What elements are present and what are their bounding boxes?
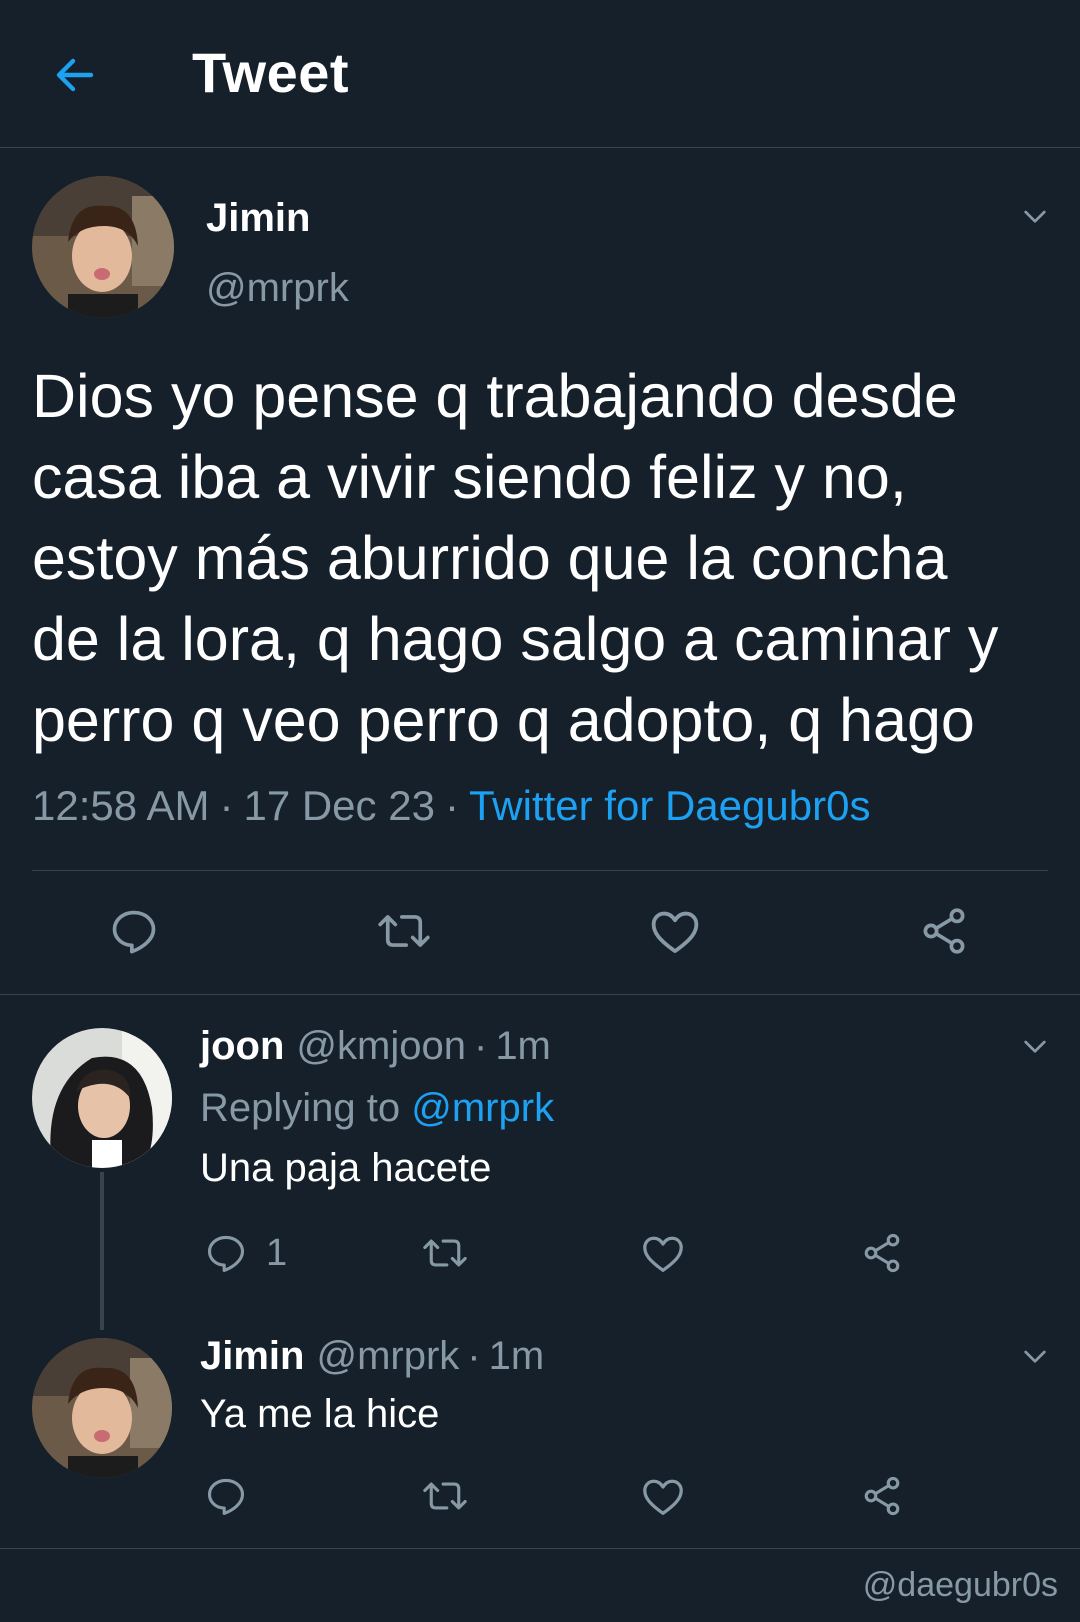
reply-button[interactable] — [204, 1474, 248, 1518]
author-avatar[interactable] — [32, 176, 174, 318]
tweet-detail-screen: Tweet Jimin @mrprk Dios yo pense q traba… — [0, 0, 1080, 1622]
reply-separator: · — [467, 1334, 481, 1378]
reply-avatar[interactable] — [32, 1338, 172, 1478]
replying-to-handle-link[interactable]: @mrprk — [411, 1086, 554, 1130]
reply-count: 1 — [266, 1231, 288, 1274]
retweet-icon — [423, 1482, 467, 1510]
heart-icon — [643, 1236, 683, 1272]
reply-time: 1m — [495, 1024, 551, 1068]
retweet-icon — [423, 1239, 467, 1267]
share-button[interactable] — [860, 1474, 904, 1518]
retweet-icon — [378, 915, 430, 947]
top-app-bar: Tweet — [0, 0, 1080, 148]
like-button[interactable] — [648, 905, 702, 959]
reply-icon — [112, 910, 156, 954]
like-button[interactable] — [640, 1474, 686, 1520]
author-name[interactable]: Jimin — [206, 196, 310, 241]
reply-author-handle[interactable]: @kmjoon — [296, 1024, 466, 1068]
reply-time: 1m — [488, 1334, 545, 1378]
reply-icon — [207, 1478, 245, 1515]
meta-separator: · — [219, 782, 234, 829]
share-button[interactable] — [860, 1231, 904, 1275]
replying-to: Replying to @mrprk — [200, 1086, 554, 1131]
tweet-meta: 12:58 AM · 17 Dec 23 · Twitter for Daegubr0s — [32, 782, 870, 830]
heart-icon — [643, 1479, 683, 1515]
retweet-button[interactable] — [420, 1474, 470, 1518]
reply-menu-button[interactable] — [1015, 1026, 1055, 1066]
watermark: @daegubr0s — [862, 1566, 1058, 1604]
like-button[interactable] — [640, 1231, 686, 1277]
meta-separator: · — [444, 782, 459, 829]
reply-menu-button[interactable] — [1015, 1336, 1055, 1376]
tweet-source-link[interactable]: Twitter for Daegubr0s — [469, 782, 871, 829]
reply-avatar[interactable] — [32, 1028, 172, 1168]
chevron-down-icon — [1024, 210, 1046, 223]
arrow-left-icon — [56, 58, 94, 92]
chevron-down-icon — [1024, 1040, 1046, 1053]
back-button[interactable] — [46, 46, 104, 104]
reply-separator: · — [473, 1024, 488, 1068]
share-button[interactable] — [918, 905, 970, 957]
share-icon — [864, 1476, 900, 1516]
replying-to-label: Replying to — [200, 1086, 401, 1130]
page-title: Tweet — [192, 41, 350, 104]
reply-button[interactable] — [108, 905, 160, 957]
reply-author-handle[interactable]: @mrprk — [316, 1334, 459, 1378]
author-handle[interactable]: @mrprk — [206, 266, 349, 311]
tweet-time: 12:58 AM — [32, 782, 210, 829]
share-icon — [923, 908, 965, 954]
reply-icon — [207, 1235, 245, 1272]
reply-author-name[interactable]: joon — [200, 1024, 284, 1068]
reply-header: joon @kmjoon · 1m — [200, 1024, 551, 1069]
divider — [0, 994, 1080, 995]
divider — [32, 870, 1048, 871]
retweet-button[interactable] — [420, 1231, 470, 1275]
reply-button[interactable]: 1 — [204, 1231, 287, 1275]
tweet-date: 17 Dec 23 — [243, 782, 435, 829]
chevron-down-icon — [1024, 1350, 1046, 1363]
reply-text: Ya me la hice — [200, 1392, 440, 1436]
reply-text: Una paja hacete — [200, 1146, 492, 1190]
thread-connector — [100, 1172, 104, 1330]
divider — [0, 1548, 1080, 1549]
reply-header: Jimin @mrprk · 1m — [200, 1334, 544, 1379]
share-icon — [864, 1233, 900, 1273]
heart-icon — [651, 911, 699, 954]
retweet-button[interactable] — [375, 905, 433, 957]
tweet-menu-button[interactable] — [1015, 196, 1055, 236]
reply-author-name[interactable]: Jimin — [200, 1334, 304, 1378]
tweet-text: Dios yo pense q trabajando desde casa ib… — [32, 362, 999, 754]
